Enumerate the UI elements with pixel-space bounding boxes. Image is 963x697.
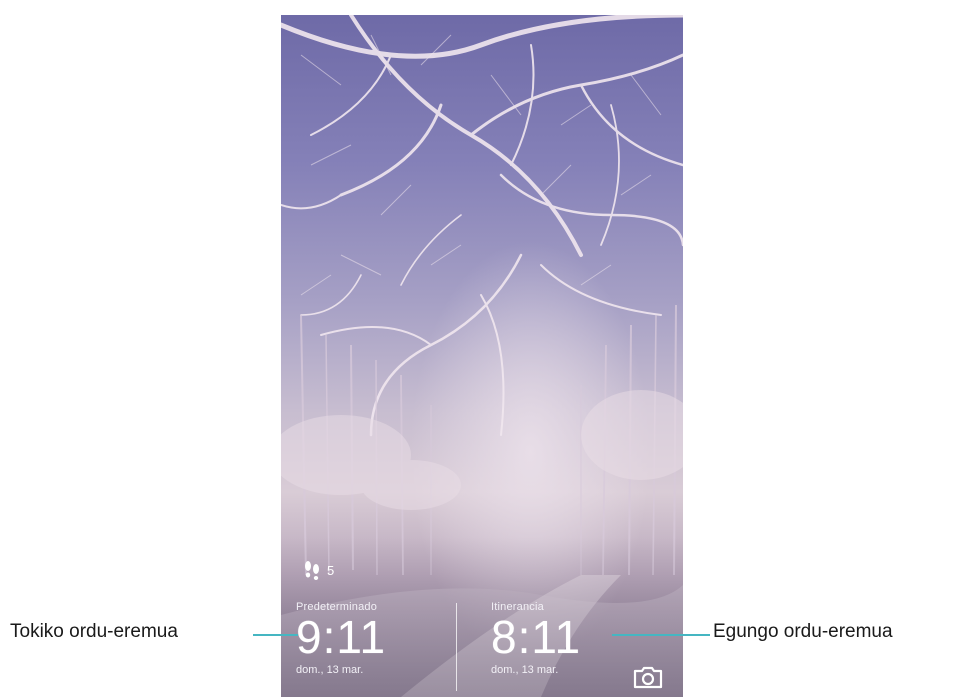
roaming-clock-date: dom., 13 mar. [491, 664, 559, 676]
callout-line-right [612, 634, 710, 636]
callout-line-left [253, 634, 298, 636]
home-clock-time: 9:11 [296, 611, 387, 663]
callout-home-timezone: Tokiko ordu-eremua [10, 621, 178, 642]
camera-shortcut-button[interactable] [633, 665, 663, 689]
step-count: 5 [327, 562, 335, 578]
step-counter[interactable]: 5 [303, 560, 334, 580]
home-clock: Predeterminado 9:11 dom., 13 mar. [296, 601, 386, 676]
roaming-clock-time: 8:11 [491, 611, 582, 663]
roaming-clock: Itinerancia 8:11 dom., 13 mar. [491, 601, 581, 676]
annotated-lockscreen: 5 Predeterminado 9:11 dom., 13 mar. Itin… [0, 0, 963, 697]
phone-lockscreen[interactable]: 5 Predeterminado 9:11 dom., 13 mar. Itin… [281, 15, 683, 697]
callout-current-timezone: Egungo ordu-eremua [713, 621, 893, 642]
clock-divider [456, 603, 457, 691]
home-clock-date: dom., 13 mar. [296, 664, 364, 676]
footsteps-icon [303, 560, 321, 580]
camera-icon [633, 666, 663, 689]
